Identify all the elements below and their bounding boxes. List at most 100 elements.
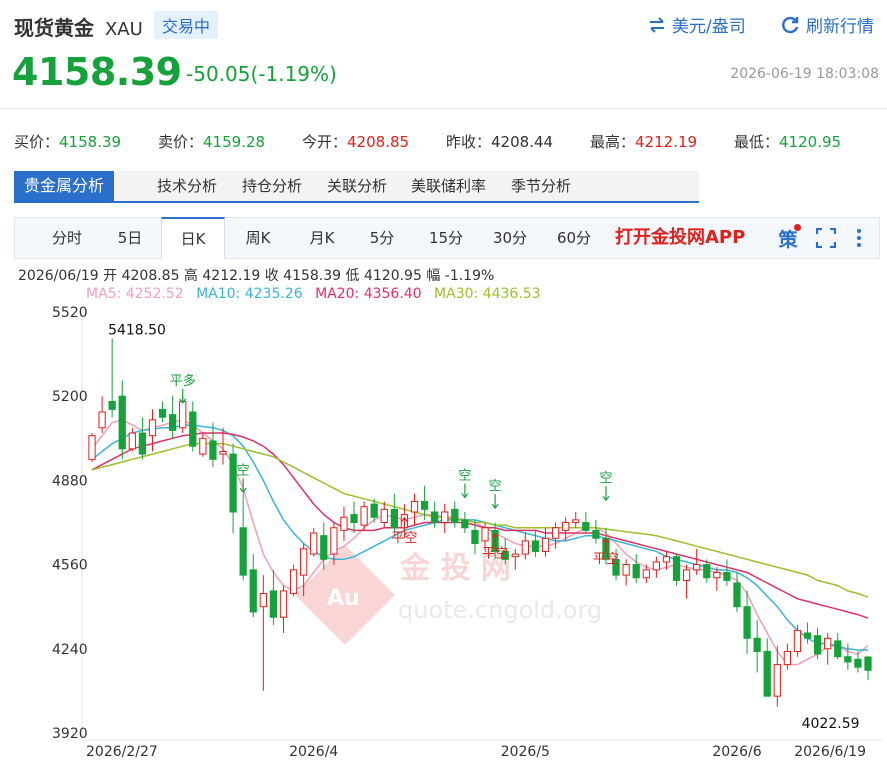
refresh-icon xyxy=(782,16,799,33)
candle-up xyxy=(340,516,348,531)
candle-down xyxy=(158,408,167,418)
candle-down xyxy=(864,656,872,671)
tab-seasonal-analysis[interactable]: 季节分析 xyxy=(511,171,571,201)
candle-up xyxy=(622,564,630,576)
candle-down xyxy=(672,556,681,581)
strategy-button[interactable]: 策 xyxy=(773,218,803,258)
refresh-button[interactable]: 刷新行情 xyxy=(780,12,874,37)
divider xyxy=(0,108,887,109)
sell-signal-label: 平多 xyxy=(170,373,196,389)
candle-down xyxy=(350,514,358,524)
kline-chart[interactable]: Au金 投 网quote.cngold.org55205200488045604… xyxy=(0,300,887,760)
tab-precious-metal-analysis[interactable]: 贵金属分析 xyxy=(14,171,115,201)
candle-up xyxy=(572,519,580,524)
x-tick-label: 2026/6 xyxy=(712,744,761,760)
cover-signal-label: 平空 xyxy=(391,531,417,546)
candle-down xyxy=(461,519,469,529)
currency-unit-button[interactable]: 美元/盎司 xyxy=(648,12,746,37)
tab-period-5day[interactable]: 5日 xyxy=(101,218,159,258)
current-price: 4158.39 xyxy=(12,50,182,94)
candle-down xyxy=(431,511,439,524)
tab-period-daily-k[interactable]: 日K xyxy=(161,217,225,259)
candle-up xyxy=(179,400,187,429)
candle-up xyxy=(300,548,308,576)
candle-up xyxy=(88,435,96,460)
candle-down xyxy=(249,569,257,613)
candle-up xyxy=(551,527,560,539)
tab-fed-rate[interactable]: 美联储利率 xyxy=(411,171,486,201)
tab-position-analysis[interactable]: 持仓分析 xyxy=(242,171,302,201)
candle-down xyxy=(753,637,761,652)
candle-up xyxy=(380,508,388,523)
candle-up xyxy=(441,511,449,524)
open-app-promo[interactable]: 打开金投网APP xyxy=(615,218,745,258)
candle-down xyxy=(229,453,237,513)
candle-up xyxy=(562,522,570,531)
candle-up xyxy=(773,664,781,697)
y-tick-label: 5520 xyxy=(52,305,88,321)
candle-down xyxy=(209,440,217,460)
candle-down xyxy=(189,411,197,447)
candle-up xyxy=(682,569,691,581)
tab-period-15min[interactable]: 15分 xyxy=(415,218,477,258)
candle-up xyxy=(199,437,207,455)
stat-prev-close: 昨收：4208.44 xyxy=(446,133,554,151)
candle-down xyxy=(854,658,862,668)
y-tick-label: 4560 xyxy=(52,558,88,574)
tab-period-monthly-k[interactable]: 月K xyxy=(291,218,353,258)
price-change: -50.05(-1.19%) xyxy=(186,62,337,86)
fullscreen-button[interactable] xyxy=(813,218,839,258)
fullscreen-icon xyxy=(816,228,836,248)
more-menu-button[interactable] xyxy=(849,218,869,258)
y-tick-label: 4240 xyxy=(52,642,88,658)
watermark-url: quote.cngold.org xyxy=(398,596,602,624)
analysis-tabs: 贵金属分析 技术分析 持仓分析 关联分析 美联储利率 季节分析 xyxy=(14,171,699,203)
candle-down xyxy=(269,590,278,618)
sell-signal-label: 空 xyxy=(237,463,250,478)
stat-high: 最高：4212.19 xyxy=(590,133,698,151)
tab-period-60min[interactable]: 60分 xyxy=(543,218,605,258)
candle-up xyxy=(511,553,519,558)
ohlc-summary: 2026/06/19 开 4208.85 高 4212.19 收 4158.39… xyxy=(18,268,495,284)
candle-up xyxy=(541,537,550,552)
candle-up xyxy=(521,540,529,555)
sell-signal-label: 空 xyxy=(599,471,612,486)
candle-down xyxy=(451,508,459,523)
candle-up xyxy=(360,506,368,526)
watermark-logo-text: Au xyxy=(327,586,360,611)
candle-up xyxy=(642,569,650,579)
candle-up xyxy=(824,637,832,650)
x-tick-label: 2026/2/27 xyxy=(86,744,158,760)
candle-up xyxy=(793,629,802,652)
tab-period-weekly-k[interactable]: 周K xyxy=(227,218,289,258)
candle-down xyxy=(370,503,378,518)
tab-correlation-analysis[interactable]: 关联分析 xyxy=(327,171,387,201)
candle-up xyxy=(128,432,136,450)
candle-down xyxy=(531,540,540,552)
tab-period-30min[interactable]: 30分 xyxy=(479,218,541,258)
candle-down xyxy=(723,571,731,581)
candle-down xyxy=(420,500,429,510)
candle-up xyxy=(148,419,157,437)
candle-up xyxy=(289,569,298,595)
candle-up xyxy=(330,527,338,555)
cover-signal-label: 平空 xyxy=(593,552,619,567)
cover-signal-label: 平空 xyxy=(482,547,508,562)
x-tick-label: 2026/4 xyxy=(289,744,338,760)
tab-technical-analysis[interactable]: 技术分析 xyxy=(157,171,217,201)
candle-up xyxy=(662,556,671,563)
candle-down xyxy=(743,606,751,639)
candle-down xyxy=(813,635,822,655)
instrument-title: 现货黄金 XAU xyxy=(14,12,143,41)
candle-down xyxy=(763,650,771,697)
candle-down xyxy=(108,400,116,410)
tab-period-5min[interactable]: 5分 xyxy=(353,218,411,258)
candle-down xyxy=(138,432,147,455)
tab-period-timeshare[interactable]: 分时 xyxy=(37,218,97,258)
candle-down xyxy=(582,522,590,531)
x-tick-label: 2026/6/19 xyxy=(794,744,866,760)
y-tick-label: 4880 xyxy=(52,473,88,489)
quote-timestamp: 2026-06-19 18:03:08 xyxy=(730,66,879,82)
period-tabs: 分时 5日 日K 周K 月K 5分 15分 30分 60分 打开金投网APP 策 xyxy=(14,217,880,259)
candle-down xyxy=(733,582,741,608)
